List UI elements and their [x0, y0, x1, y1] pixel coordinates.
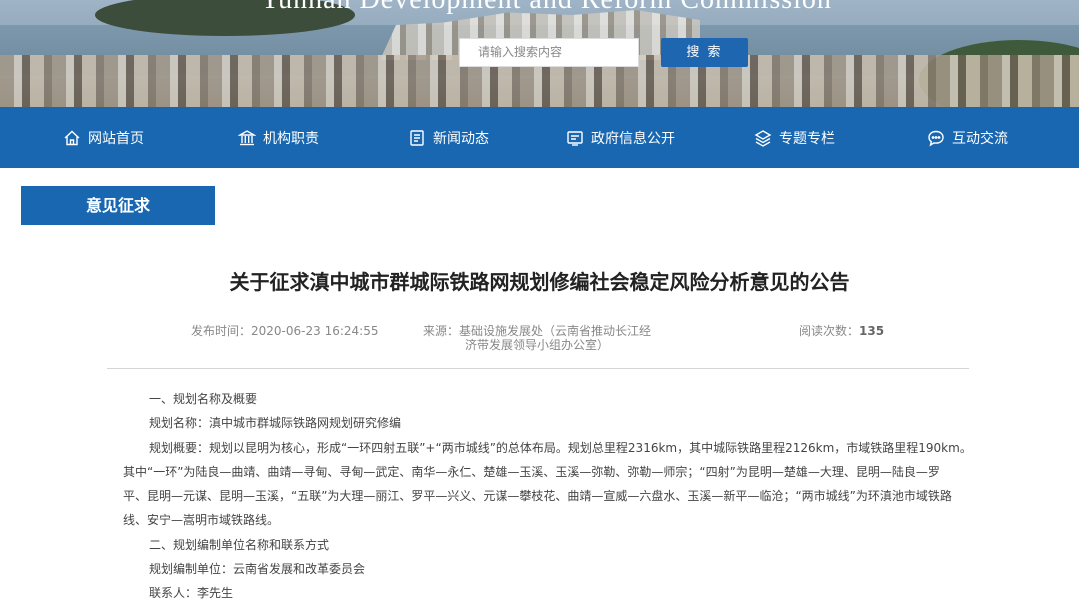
banner-tagline: Yunnan Development and Reform Commission	[260, 0, 832, 16]
search-input[interactable]: 请输入搜索内容	[459, 38, 639, 67]
nav-item-home[interactable]: 网站首页	[63, 107, 144, 168]
institution-icon	[238, 129, 256, 145]
body-paragraph: 规划编制单位：云南省发展和改革委员会	[149, 562, 366, 577]
nav-item-gov-info[interactable]: 政府信息公开	[566, 107, 675, 168]
main-content: 意见征求 关于征求滇中城市群城际铁路网规划修编社会稳定风险分析意见的公告 发布时…	[0, 168, 1079, 607]
nav-item-institution[interactable]: 机构职责	[238, 107, 319, 168]
home-icon	[64, 130, 80, 145]
article-divider	[107, 368, 969, 369]
body-paragraph: 二、规划编制单位名称和联系方式	[149, 537, 330, 552]
nav-item-news[interactable]: 新闻动态	[408, 107, 489, 168]
nav-item-label: 新闻动态	[433, 130, 489, 147]
article-source: 来源：基础设施发展处（云南省推动长江经 济带发展领导小组办公室）	[423, 324, 663, 352]
body-paragraph: 规划名称：滇中城市群城际铁路网规划研究修编	[149, 416, 402, 431]
news-icon	[410, 129, 424, 146]
body-paragraph: 其中“一环”为陆良—曲靖、曲靖—寻甸、寻甸—武定、南华—永仁、楚雄—玉溪、玉溪—…	[123, 464, 940, 479]
source-line-2: 济带发展领导小组办公室）	[465, 338, 610, 352]
main-nav: 网站首页 机构职责 新闻动态 政府信息公开 专题专栏 互动交流	[0, 107, 1079, 168]
read-count: 阅读次数：135	[799, 324, 884, 338]
publish-time-value: 2020-06-23 16:24:55	[251, 324, 379, 338]
article-title: 关于征求滇中城市群城际铁路网规划修编社会稳定风险分析意见的公告	[229, 270, 850, 294]
chat-icon	[928, 130, 944, 146]
publish-time-label: 发布时间：	[191, 324, 252, 338]
nav-item-label: 政府信息公开	[591, 130, 675, 147]
nav-item-interaction[interactable]: 互动交流	[927, 107, 1008, 168]
read-count-value: 135	[859, 324, 885, 338]
publish-time: 发布时间：2020-06-23 16:24:55	[191, 324, 378, 338]
nav-item-special[interactable]: 专题专栏	[754, 107, 835, 168]
nav-item-label: 互动交流	[952, 130, 1008, 147]
nav-item-label: 专题专栏	[779, 130, 835, 147]
body-paragraph: 平、昆明—元谋、昆明—玉溪，“五联”为大理—丽江、罗平—兴义、元谋—攀枝花、曲靖…	[123, 489, 952, 504]
gov-info-icon	[567, 130, 583, 146]
body-paragraph: 线、安宁—嵩明市域铁路线。	[123, 513, 280, 528]
search-button[interactable]: 搜 索	[661, 38, 748, 67]
nav-item-label: 机构职责	[263, 130, 319, 147]
header-banner: Yunnan Development and Reform Commission…	[0, 0, 1079, 107]
source-line-1: 基础设施发展处（云南省推动长江经	[459, 324, 652, 338]
body-paragraph: 联系人：李先生	[149, 586, 234, 601]
nav-item-label: 网站首页	[88, 130, 144, 147]
read-count-label: 阅读次数：	[799, 324, 860, 338]
layers-icon	[754, 129, 772, 147]
source-label: 来源：	[423, 324, 460, 338]
body-paragraph: 一、规划名称及概要	[149, 392, 258, 406]
body-paragraph: 规划概要：规划以昆明为核心，形成“一环四射五联”+“两市城线”的总体布局。规划总…	[149, 440, 972, 455]
article-body: 一、规划名称及概要 规划名称：滇中城市群城际铁路网规划研究修编 规划概要：规划以…	[123, 387, 981, 606]
section-tab-opinions[interactable]: 意见征求	[21, 186, 215, 225]
